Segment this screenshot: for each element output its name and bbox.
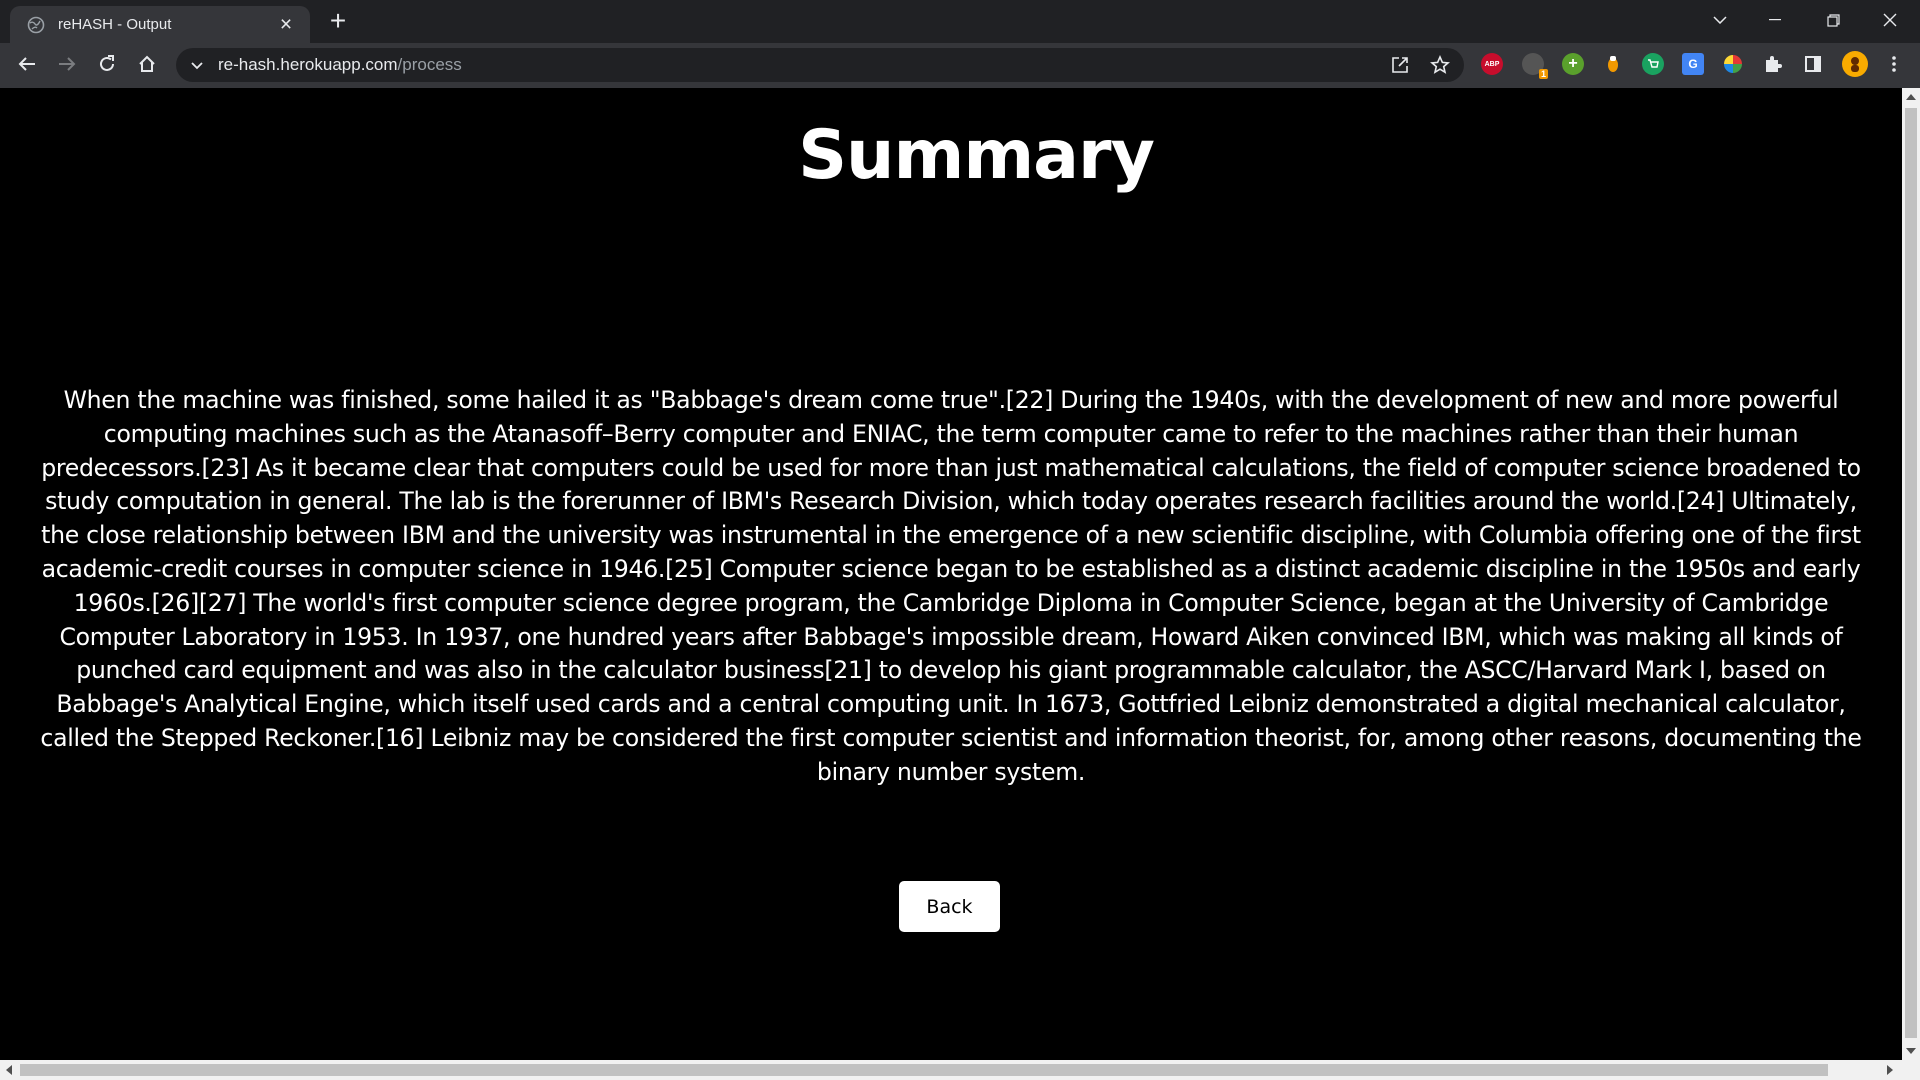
home-icon[interactable] (132, 49, 162, 79)
close-window-icon[interactable] (1864, 0, 1916, 40)
back-arrow-icon[interactable] (12, 49, 42, 79)
tab-title: reHASH - Output (58, 16, 172, 33)
site-info-icon[interactable] (188, 56, 206, 74)
shopping-icon[interactable] (1642, 53, 1664, 75)
scroll-left-icon[interactable] (6, 1065, 12, 1075)
tab-strip: reHASH - Output × + (0, 0, 1920, 43)
address-bar[interactable]: re-hash.herokuapp.com/process (176, 48, 1464, 82)
tab-search-icon[interactable] (1694, 0, 1746, 40)
puzzle-extensions-icon[interactable] (1762, 53, 1784, 75)
scroll-right-icon[interactable] (1887, 1065, 1893, 1075)
browser-toolbar: re-hash.herokuapp.com/process ABP 1 + G (0, 43, 1920, 88)
add-extension-icon[interactable]: + (1562, 53, 1584, 75)
url-host: re-hash.herokuapp.com (218, 55, 398, 74)
page-title: Summary (798, 116, 1155, 195)
extension-orange-icon[interactable] (1602, 53, 1624, 75)
restore-icon[interactable] (1807, 0, 1859, 40)
scroll-up-icon[interactable] (1906, 94, 1916, 100)
color-picker-icon[interactable] (1722, 53, 1744, 75)
share-icon[interactable] (1390, 55, 1410, 75)
vertical-scrollbar[interactable] (1902, 88, 1920, 1060)
close-tab-icon[interactable]: × (276, 14, 296, 35)
horizontal-scrollbar[interactable] (0, 1060, 1920, 1080)
reload-icon[interactable] (92, 49, 122, 79)
page-viewport: Summary When the machine was finished, s… (0, 88, 1902, 1060)
browser-tab[interactable]: reHASH - Output × (10, 6, 310, 43)
adblock-plus-icon[interactable]: ABP (1481, 53, 1503, 75)
tampermonkey-icon[interactable]: 1 (1522, 53, 1548, 79)
globe-icon (27, 16, 45, 34)
scroll-down-icon[interactable] (1906, 1048, 1916, 1054)
summary-text: When the machine was finished, some hail… (40, 386, 1862, 786)
url-path: /process (397, 55, 462, 74)
horizontal-scroll-thumb[interactable] (20, 1064, 1828, 1076)
new-tab-icon[interactable]: + (325, 7, 351, 35)
kebab-menu-icon[interactable] (1883, 53, 1905, 75)
back-button[interactable]: Back (899, 881, 1000, 932)
forward-arrow-icon[interactable] (52, 49, 82, 79)
profile-avatar[interactable] (1842, 51, 1868, 77)
google-translate-icon[interactable]: G (1682, 53, 1704, 75)
vertical-scroll-thumb[interactable] (1905, 108, 1917, 1038)
minimize-icon[interactable] (1749, 0, 1801, 40)
url-text: re-hash.herokuapp.com/process (218, 55, 462, 75)
bookmark-star-icon[interactable] (1430, 55, 1450, 75)
side-panel-icon[interactable] (1802, 53, 1824, 75)
